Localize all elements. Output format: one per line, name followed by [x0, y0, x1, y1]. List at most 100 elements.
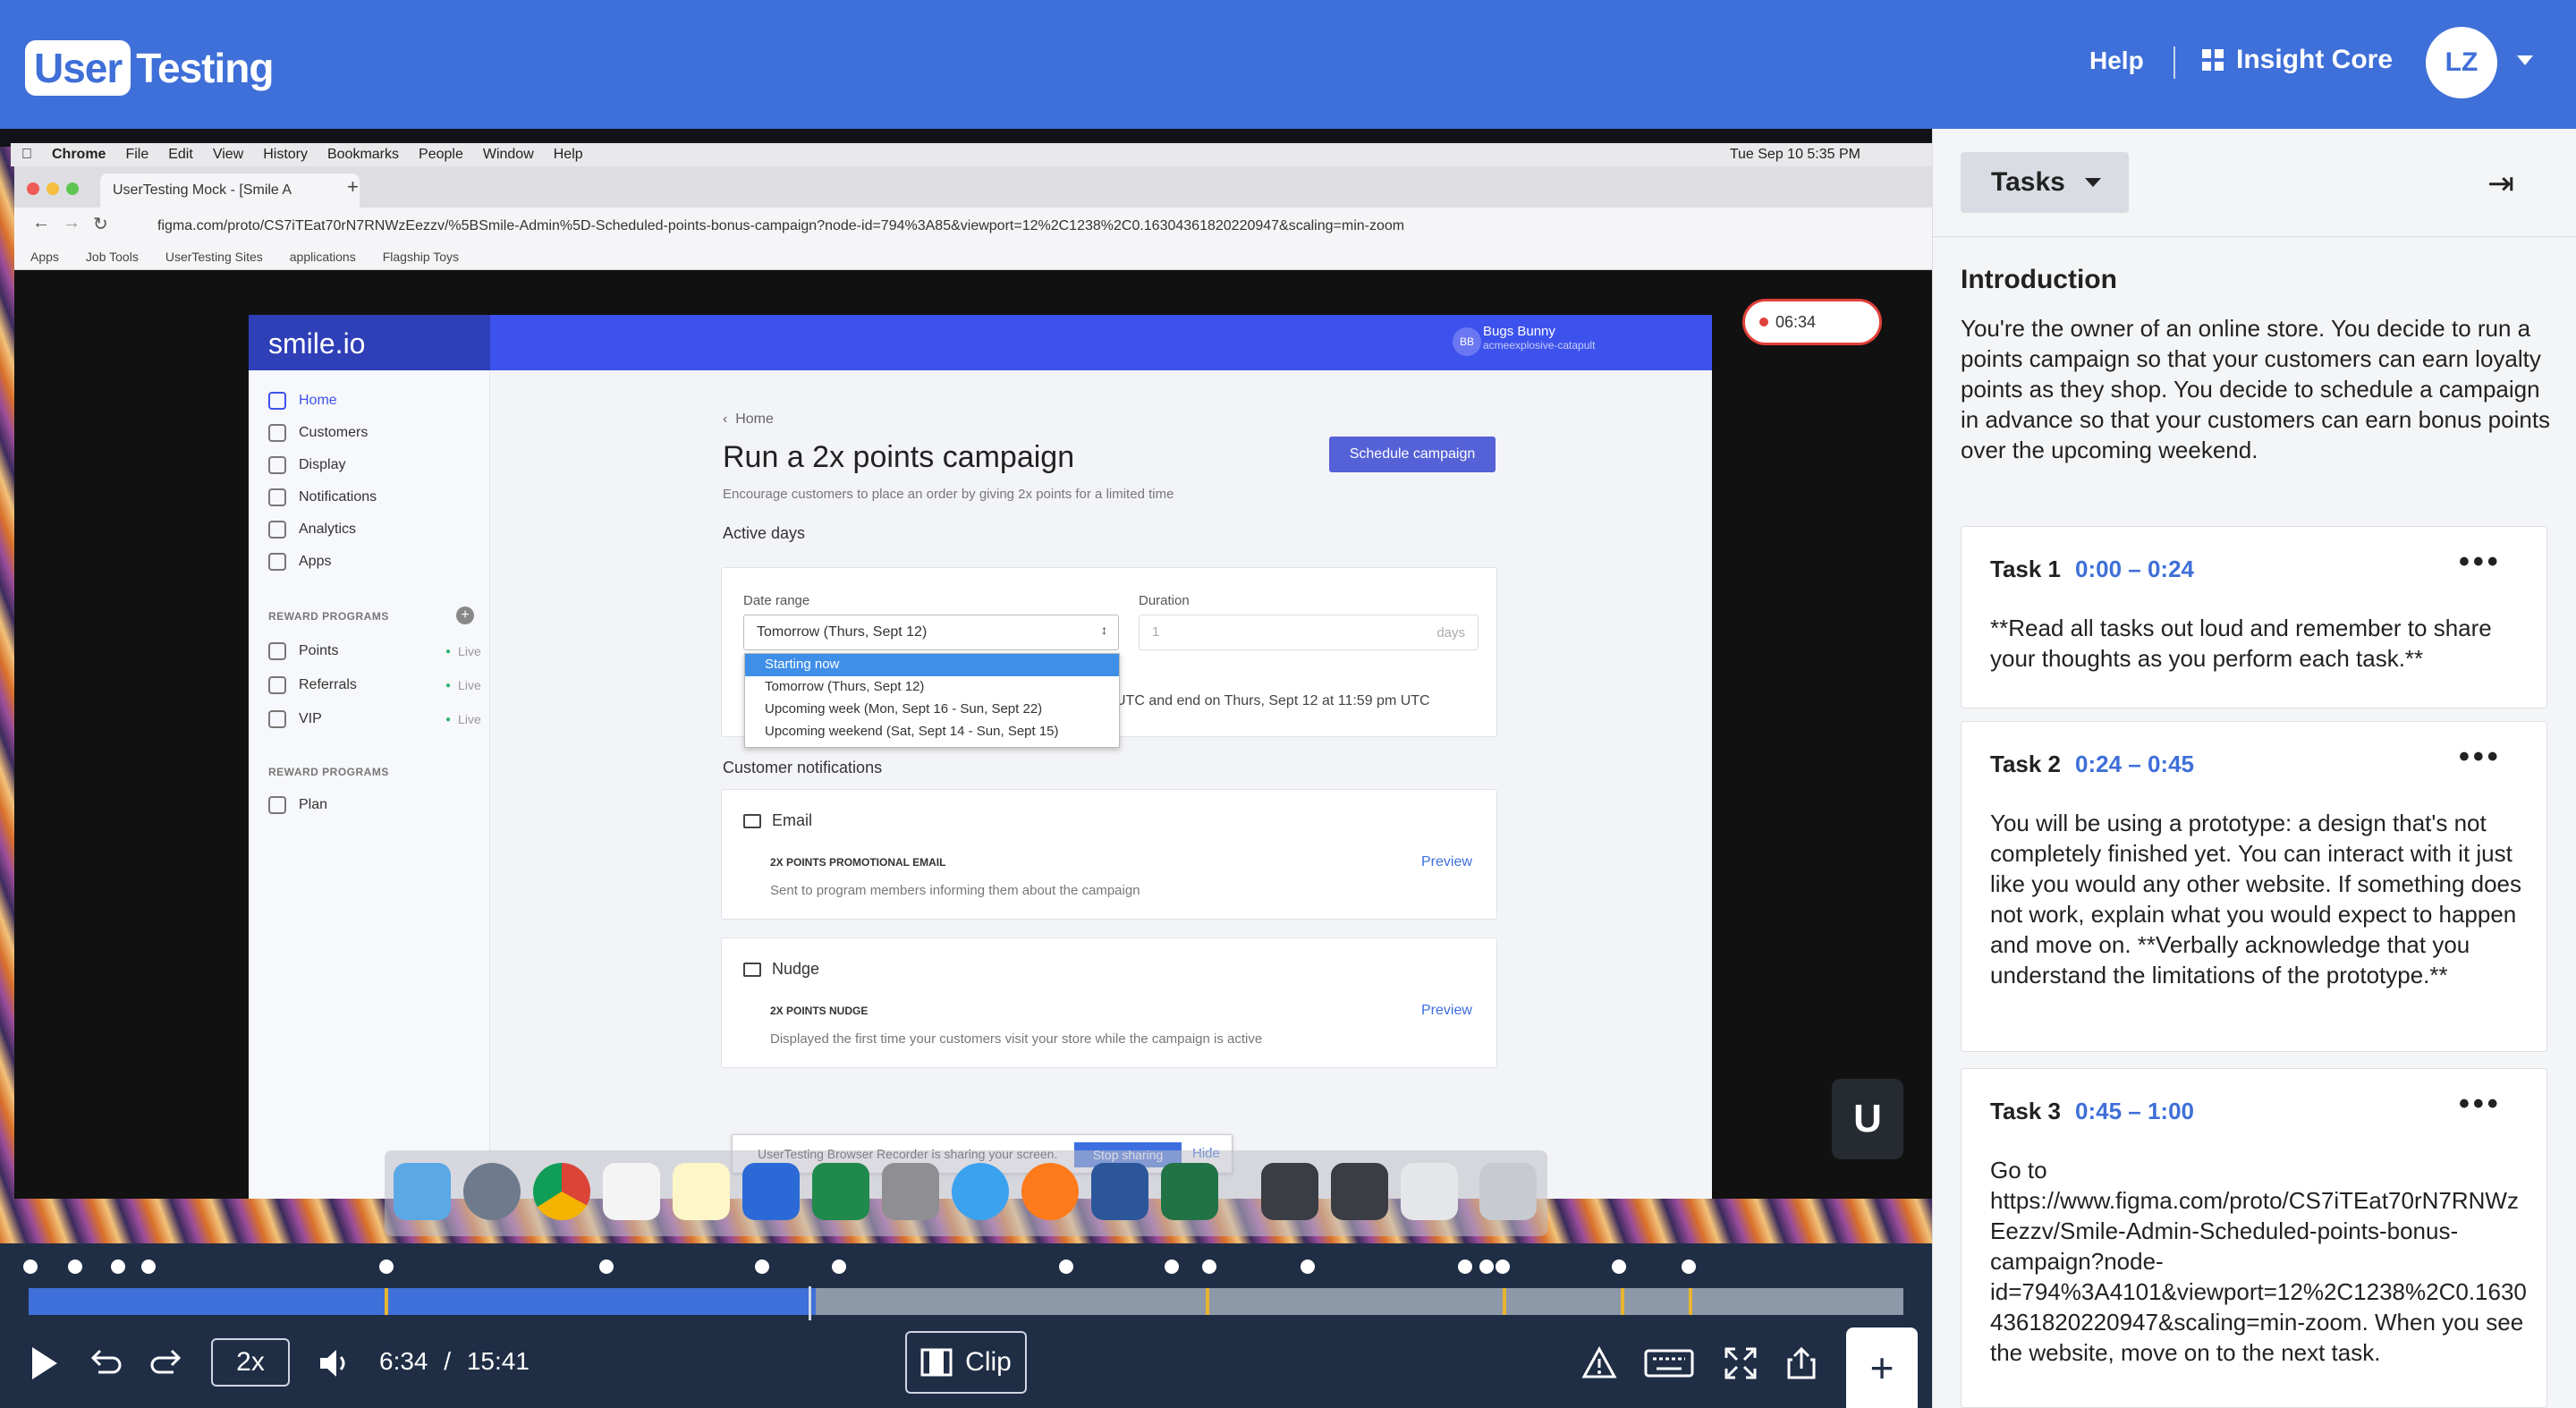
vip-icon — [268, 710, 286, 728]
chrome-icon — [533, 1163, 590, 1220]
tasks-label: Tasks — [1991, 167, 2065, 197]
clip-button[interactable]: Clip — [905, 1331, 1027, 1394]
date-range-value: Tomorrow (Thurs, Sept 12) — [757, 624, 928, 640]
timeline-marker[interactable] — [1165, 1260, 1179, 1274]
task-more-button[interactable]: ••• — [2459, 1087, 2502, 1122]
sidebar-item-customers: Customers — [268, 424, 368, 442]
sidebar-item-label: Customers — [299, 425, 369, 440]
timeline-marker[interactable] — [832, 1260, 846, 1274]
dropdown-option: Starting now — [745, 654, 1119, 676]
timeline-marker[interactable] — [1479, 1260, 1494, 1274]
app-header: User Testing Help Insight Core LZ — [0, 0, 2576, 129]
mac-dock — [385, 1150, 1547, 1236]
fullscreen-button[interactable] — [1723, 1345, 1758, 1388]
timeline-marker[interactable] — [1682, 1260, 1696, 1274]
timeline-scrubber[interactable] — [29, 1286, 1903, 1320]
excel-icon — [812, 1163, 869, 1220]
envelope-icon — [743, 813, 761, 828]
task-more-button[interactable]: ••• — [2459, 545, 2502, 580]
nudge-description: Displayed the first time your customers … — [770, 1031, 1263, 1047]
task-time-link[interactable]: 0:00 – 0:24 — [2075, 556, 2194, 582]
close-window-icon — [27, 182, 39, 195]
safari-icon — [952, 1163, 1009, 1220]
task-card[interactable]: Task 2 0:24 – 0:45 ••• You will be using … — [1961, 721, 2547, 1052]
playback-speed-button[interactable]: 2x — [211, 1338, 290, 1387]
task-marker[interactable] — [1503, 1288, 1506, 1315]
plan-icon — [268, 796, 286, 814]
timeline-marker[interactable] — [1059, 1260, 1073, 1274]
launchpad-icon — [463, 1163, 521, 1220]
keyboard-shortcuts-button[interactable] — [1644, 1345, 1694, 1388]
playhead[interactable] — [809, 1286, 821, 1320]
account-info: Bugs Bunny acmeexplosive-catapult — [1483, 324, 1595, 352]
timeline-marker[interactable] — [599, 1260, 614, 1274]
timeline-marker[interactable] — [1301, 1260, 1315, 1274]
schedule-campaign-button: Schedule campaign — [1329, 437, 1496, 472]
fullscreen-icon — [1724, 1347, 1757, 1379]
task-card[interactable]: Task 3 0:45 – 1:00 ••• Go to https://www.… — [1961, 1068, 2547, 1408]
timeline-marker[interactable] — [111, 1260, 125, 1274]
usertesting-logo[interactable]: User Testing — [25, 36, 274, 100]
report-issue-button[interactable] — [1581, 1345, 1617, 1388]
back-icon: ← — [32, 213, 50, 233]
timeline-marker[interactable] — [23, 1260, 38, 1274]
add-note-button[interactable]: + — [1846, 1327, 1918, 1408]
minimize-window-icon — [47, 182, 59, 195]
collapse-panel-button[interactable]: ⇥ — [2487, 165, 2514, 202]
rewind-button[interactable] — [88, 1345, 123, 1388]
task-marker[interactable] — [385, 1288, 388, 1315]
task-label: Task 1 — [1990, 556, 2062, 582]
forward-icon — [150, 1349, 182, 1374]
timeline-marker[interactable] — [1612, 1260, 1626, 1274]
timeline-marker[interactable] — [68, 1260, 82, 1274]
timeline-marker[interactable] — [1458, 1260, 1472, 1274]
analytics-icon — [268, 521, 286, 539]
active-days-heading: Active days — [723, 524, 806, 542]
tasks-dropdown-button[interactable]: Tasks — [1961, 152, 2129, 213]
window-thumbnail-icon — [1401, 1163, 1458, 1220]
timeline-marker[interactable] — [379, 1260, 394, 1274]
timeline-marker[interactable] — [1496, 1260, 1510, 1274]
email-name: 2X POINTS PROMOTIONAL EMAIL — [770, 856, 946, 869]
dropdown-option: Tomorrow (Thurs, Sept 12) — [765, 679, 925, 694]
page-title: Run a 2x points campaign — [723, 440, 1075, 474]
notes-icon — [673, 1163, 730, 1220]
apps-grid-icon — [2202, 49, 2224, 71]
rewind-icon — [90, 1349, 122, 1374]
email-card: Email 2X POINTS PROMOTIONAL EMAIL Sent t… — [721, 789, 1497, 920]
menu-people: People — [408, 147, 463, 162]
mac-menu-bar:  Chrome File Edit View History Bookmark… — [11, 143, 1932, 166]
forward-button[interactable] — [148, 1345, 184, 1388]
chevron-down-icon[interactable] — [2517, 55, 2533, 65]
recorder-indicator: 06:34 — [1742, 299, 1882, 345]
task-time-link[interactable]: 0:24 – 0:45 — [2075, 751, 2194, 777]
film-icon — [920, 1348, 953, 1377]
header-divider — [2174, 47, 2175, 79]
window-thumbnail-icon — [1331, 1163, 1388, 1220]
play-button[interactable] — [29, 1344, 61, 1390]
sidebar-item-points: Points — [268, 642, 338, 660]
video-player[interactable]:  Chrome File Edit View History Bookmark… — [0, 129, 1932, 1243]
volume-button[interactable] — [317, 1345, 352, 1388]
task-time-link[interactable]: 0:45 – 1:00 — [2075, 1098, 2194, 1124]
task-card[interactable]: Task 1 0:00 – 0:24 ••• **Read all tasks o… — [1961, 526, 2547, 708]
help-link[interactable]: Help — [2089, 47, 2144, 75]
tasks-panel: Tasks ⇥ Introduction You're the owner of… — [1932, 129, 2576, 1408]
task-more-button[interactable]: ••• — [2459, 740, 2502, 775]
task-marker[interactable] — [1621, 1288, 1624, 1315]
sidebar-item-notifications: Notifications — [268, 488, 377, 506]
timeline-marker[interactable] — [141, 1260, 156, 1274]
app-sidebar: Home Customers Display Notifications Ana… — [249, 370, 490, 1199]
timeline-marker[interactable] — [755, 1260, 769, 1274]
sidebar-item-label: Home — [299, 393, 337, 408]
timeline-marker[interactable] — [1202, 1260, 1216, 1274]
share-button[interactable] — [1785, 1345, 1818, 1388]
task-marker[interactable] — [1689, 1288, 1692, 1315]
status-live: Live — [445, 678, 481, 692]
user-avatar[interactable]: LZ — [2426, 27, 2497, 98]
insight-core-link[interactable]: Insight Core — [2202, 45, 2393, 75]
nudge-name: 2X POINTS NUDGE — [770, 1005, 869, 1017]
task-marker[interactable] — [1206, 1288, 1209, 1315]
date-range-select: Tomorrow (Thurs, Sept 12) ↕ — [743, 615, 1119, 650]
apps-icon — [268, 553, 286, 571]
